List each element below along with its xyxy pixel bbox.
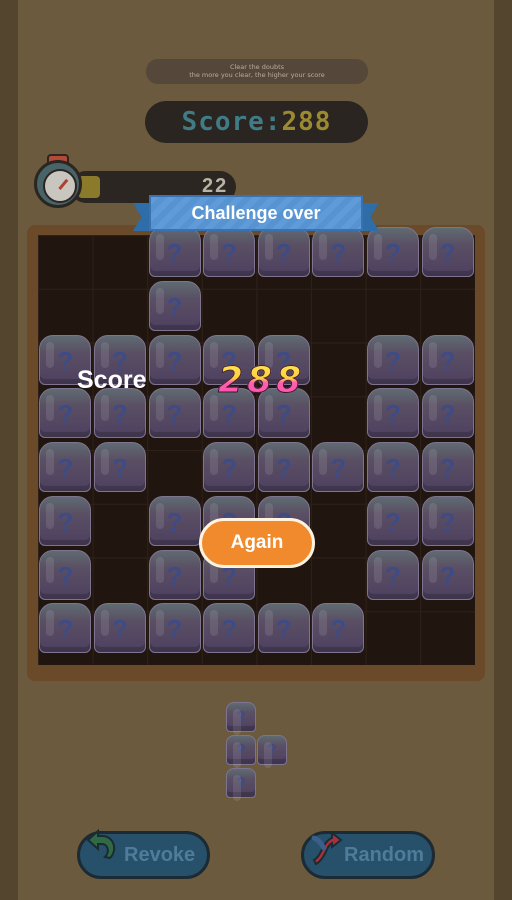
mystery-tile: ? (148, 388, 201, 439)
hint-line-2: the more you clear, the higher your scor… (189, 71, 325, 79)
again-button[interactable]: Again (199, 518, 315, 568)
mystery-tile: ? (421, 549, 474, 600)
score-bar-value: 288 (281, 107, 332, 137)
piece-tile: ? (257, 735, 287, 768)
mystery-tile: ? (148, 495, 201, 546)
mystery-tile: ? (366, 388, 419, 439)
piece-tile: ? (226, 735, 256, 768)
right-shade (494, 0, 512, 900)
mystery-tile: ? (148, 334, 201, 385)
mystery-tile: ? (421, 388, 474, 439)
revoke-label: Revoke (124, 844, 196, 866)
mystery-tile: ? (39, 549, 92, 600)
mystery-tile: ? (257, 442, 310, 492)
left-shade (0, 0, 18, 900)
score-bar: Score:288 (145, 101, 368, 143)
piece-tile: ? (226, 768, 256, 801)
game-board: ????????????????????????????????????????… (38, 227, 475, 665)
result-score-value: 288 (217, 360, 306, 402)
mystery-tile: ? (93, 442, 146, 492)
random-label: Random (344, 844, 424, 866)
mystery-tile: ? (421, 442, 474, 492)
mystery-tile: ? (39, 603, 92, 654)
mystery-tile: ? (148, 549, 201, 600)
random-button[interactable]: Random (301, 830, 435, 879)
mystery-tile: ? (366, 495, 419, 546)
mystery-tile: ? (148, 603, 201, 654)
challenge-over-banner: Challenge over (133, 195, 379, 235)
mystery-tile: ? (93, 603, 146, 654)
shuffle-icon (311, 830, 343, 866)
revoke-button[interactable]: Revoke (77, 828, 210, 879)
mystery-tile: ? (39, 495, 92, 546)
mystery-tile: ? (421, 227, 474, 277)
mystery-tile: ? (312, 442, 365, 492)
mystery-tile: ? (93, 388, 146, 439)
mystery-tile: ? (421, 334, 474, 385)
hint-line-1: Clear the doubts (229, 63, 285, 71)
stopwatch-icon (34, 160, 82, 208)
mystery-tile: ? (257, 603, 310, 654)
mystery-tile: ? (39, 388, 92, 439)
hint-banner: Clear the doubts the more you clear, the… (146, 59, 368, 84)
piece-tile: ? (226, 702, 256, 735)
mystery-tile: ? (39, 442, 92, 492)
mystery-tile: ? (366, 334, 419, 385)
mystery-tile: ? (148, 280, 201, 331)
undo-arrow-icon (86, 828, 116, 860)
mystery-tile: ? (366, 442, 419, 492)
mystery-tile: ? (366, 549, 419, 600)
result-score-label: Score (77, 366, 147, 394)
mystery-tile: ? (203, 603, 256, 654)
score-bar-label: Score: (181, 107, 282, 137)
mystery-tile: ? (421, 495, 474, 546)
banner-title: Challenge over (149, 195, 363, 231)
mystery-tile: ? (203, 442, 256, 492)
mystery-tile: ? (312, 603, 365, 654)
